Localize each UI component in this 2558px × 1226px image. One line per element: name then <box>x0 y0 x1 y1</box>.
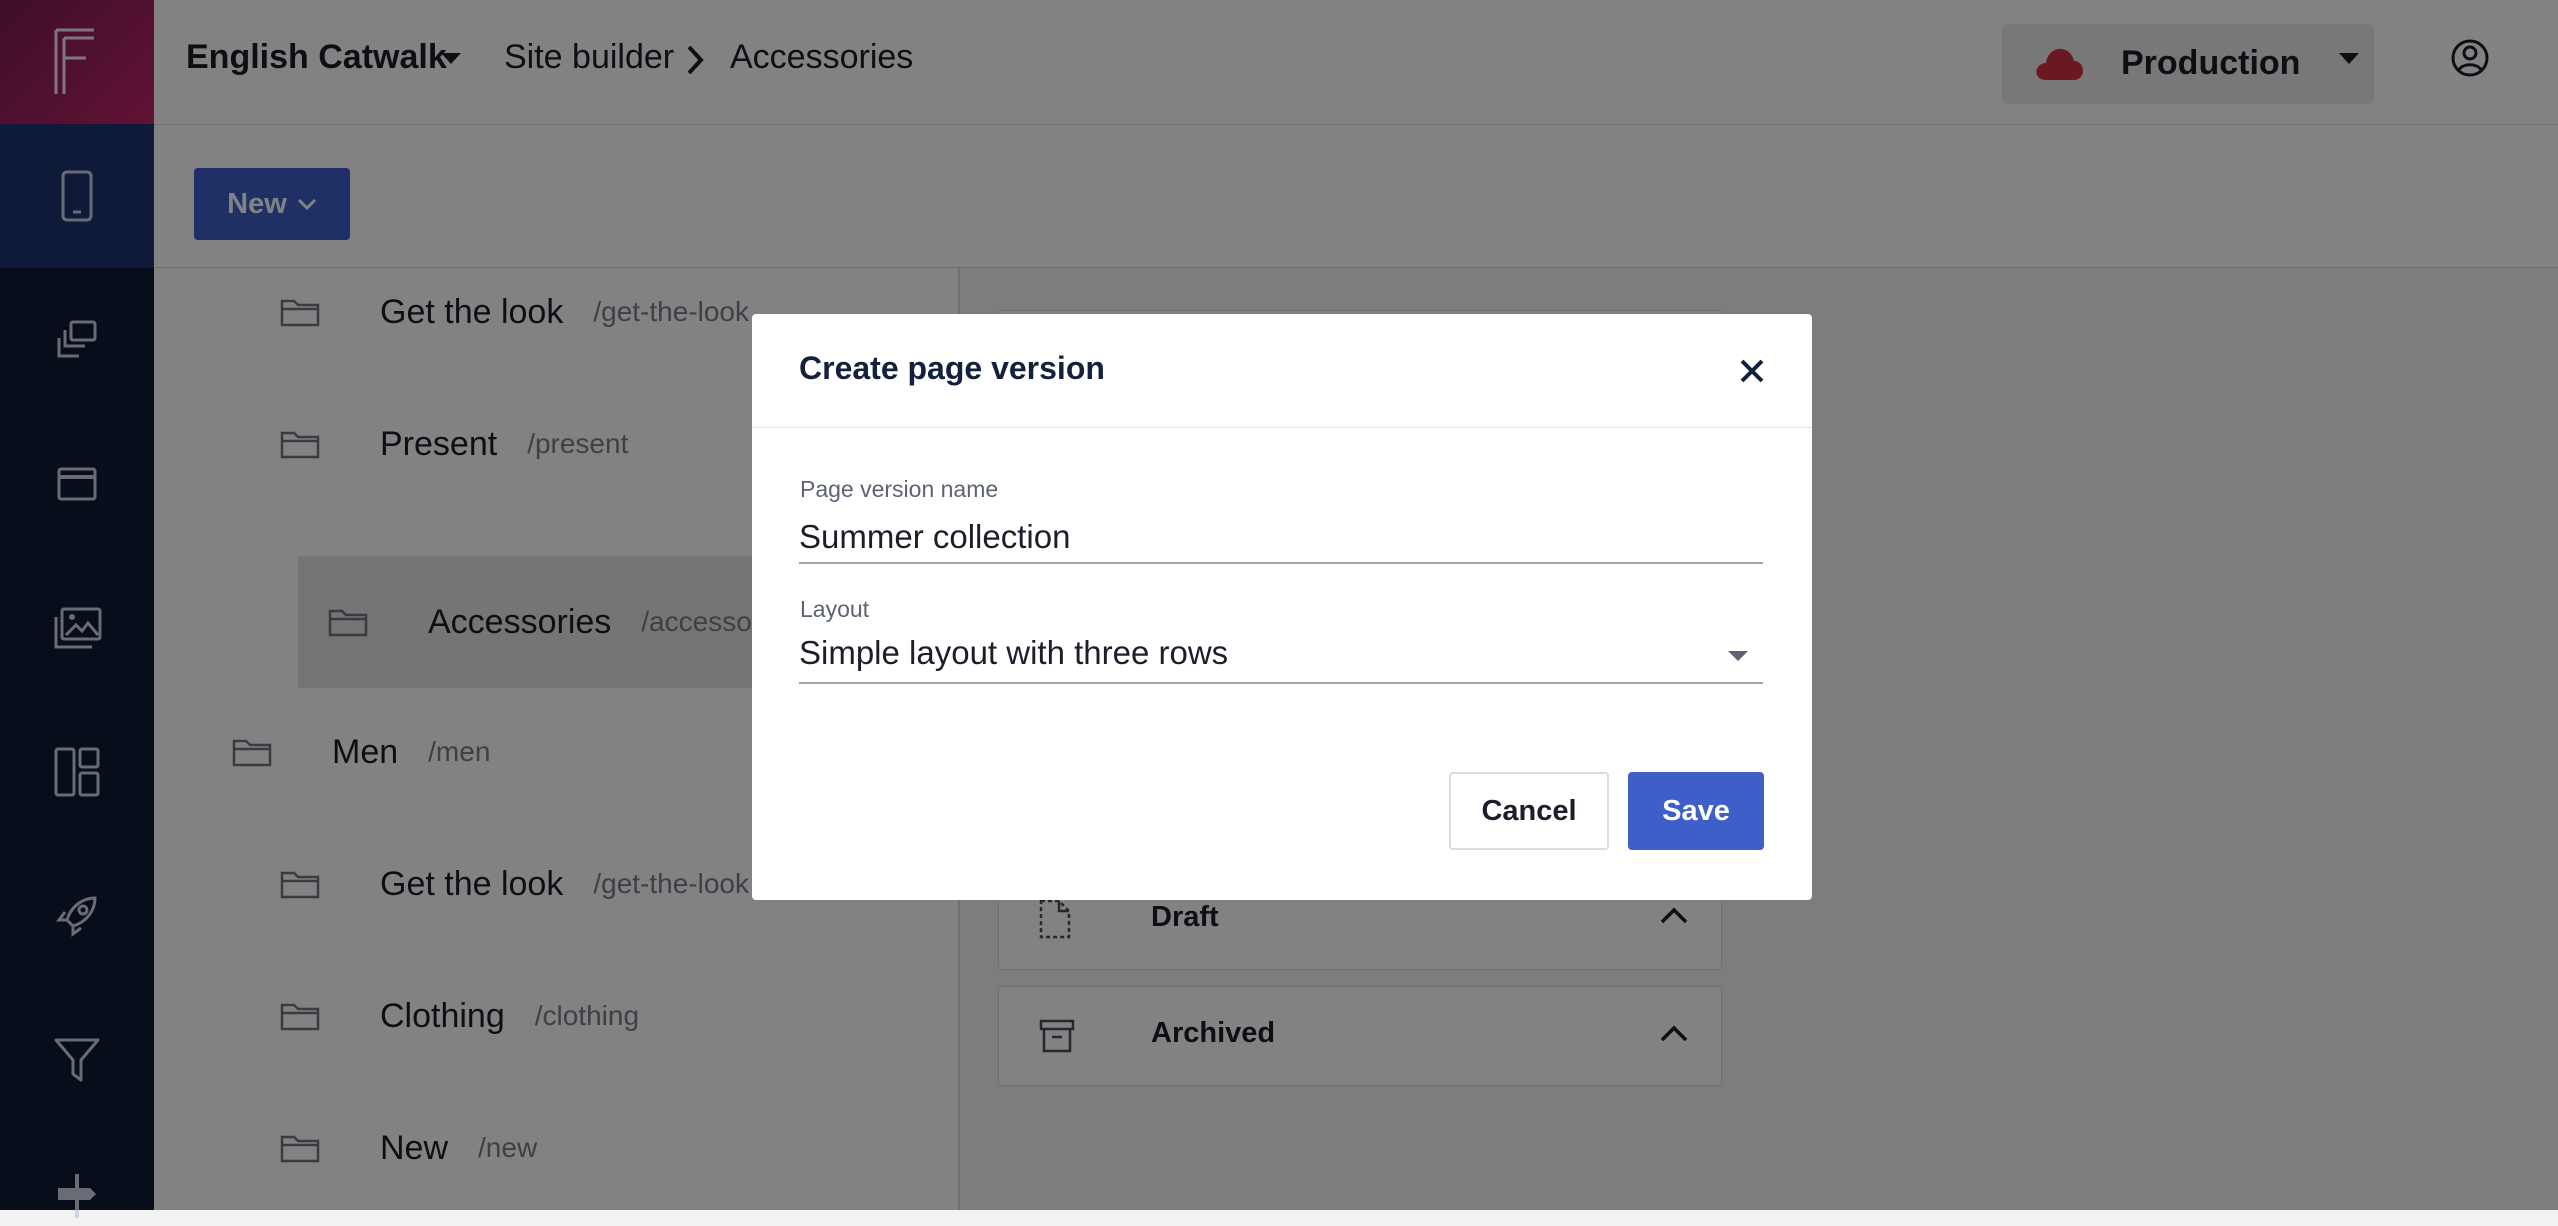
close-button[interactable] <box>1732 351 1772 391</box>
page-version-name-label: Page version name <box>800 476 999 502</box>
layout-select-value: Simple layout with three rows <box>799 634 1229 671</box>
layout-select[interactable]: Simple layout with three rows <box>799 632 1763 684</box>
create-page-version-dialog: Create page version Page version name La… <box>752 314 1812 900</box>
dialog-header: Create page version <box>752 314 1812 428</box>
layout-label: Layout <box>800 596 870 622</box>
dialog-title: Create page version <box>799 350 1105 386</box>
close-icon <box>1740 359 1764 383</box>
page-version-name-input[interactable] <box>799 512 1763 564</box>
save-button[interactable]: Save <box>1628 772 1764 850</box>
cancel-button[interactable]: Cancel <box>1449 772 1609 850</box>
caret-down-icon <box>1728 651 1748 661</box>
